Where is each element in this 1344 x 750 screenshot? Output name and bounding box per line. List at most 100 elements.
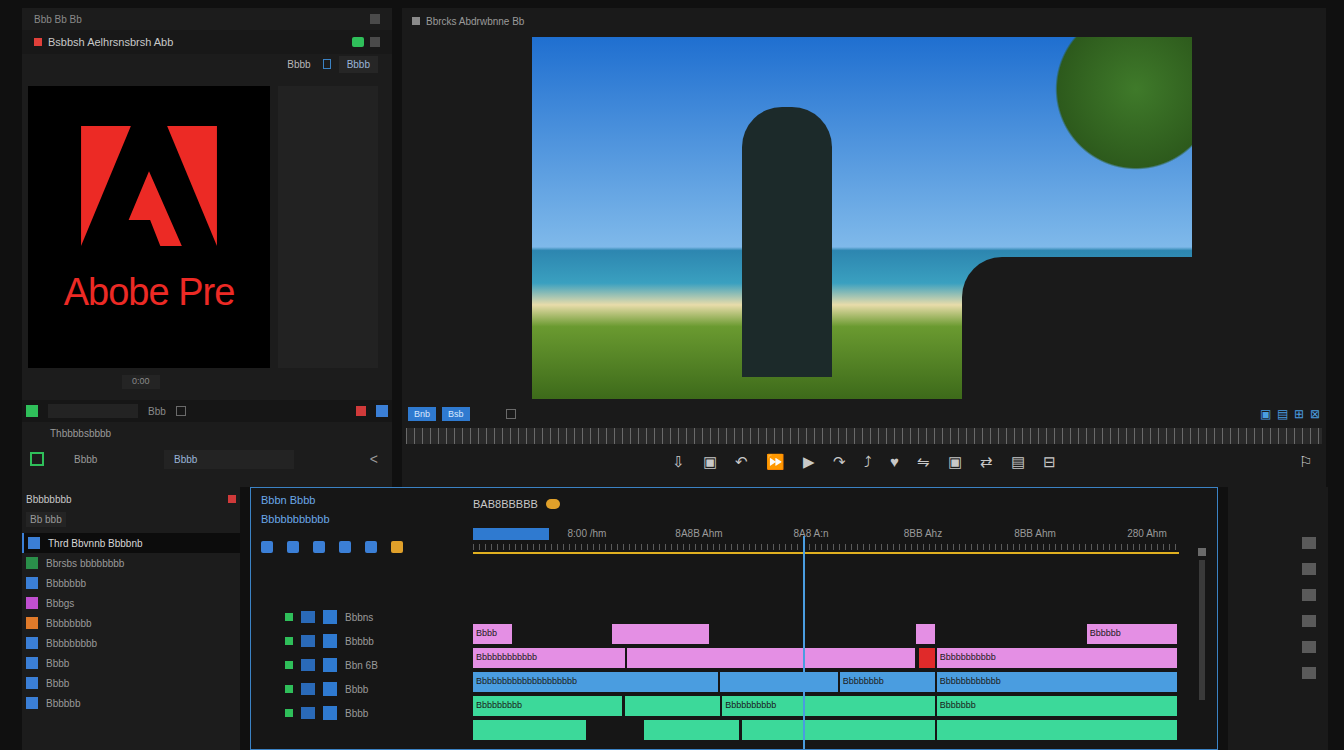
clip[interactable]: Bbbbbbbb <box>840 672 935 692</box>
clip[interactable]: Bbbbbbbbbb <box>722 696 934 716</box>
bottom-area: BbbbbbbbBb bbbThrd Bbvnnb BbbbnbBbrsbs b… <box>0 487 1344 750</box>
project-item[interactable]: Bbbb <box>22 653 240 673</box>
clip[interactable] <box>627 648 914 668</box>
scroll-up-icon[interactable] <box>1198 548 1206 556</box>
eye-icon[interactable] <box>285 685 293 693</box>
clip[interactable] <box>473 720 586 740</box>
lock-icon[interactable] <box>323 682 337 696</box>
mark-in-icon[interactable] <box>26 405 38 417</box>
close-icon[interactable] <box>370 14 380 24</box>
target-icon[interactable] <box>301 707 315 719</box>
eye-icon[interactable] <box>285 661 293 669</box>
source-controls: Bbb <box>22 400 392 422</box>
clip[interactable]: Bbbbbbbbbbbb <box>937 672 1177 692</box>
export-icon[interactable] <box>376 405 388 417</box>
menu-icon[interactable] <box>370 37 380 47</box>
program-header: Bbrcks Abdrwbnne Bb <box>402 8 1326 34</box>
target-icon[interactable] <box>301 611 315 623</box>
project-item[interactable]: Bbbgs <box>22 593 240 613</box>
tool-icon[interactable] <box>339 541 351 553</box>
clip[interactable]: Bbbbbbbbb <box>473 696 622 716</box>
target-icon[interactable] <box>301 659 315 671</box>
clip[interactable] <box>919 648 935 668</box>
clip[interactable] <box>720 672 838 692</box>
clip[interactable] <box>644 720 740 740</box>
back-button[interactable]: < <box>370 449 384 470</box>
clip[interactable]: Bbbbbbbbbbb <box>937 648 1177 668</box>
transport-button[interactable]: ↷ <box>833 453 846 471</box>
tool-icon[interactable] <box>1302 563 1316 575</box>
square-icon[interactable] <box>176 406 186 416</box>
scrubber[interactable] <box>406 428 1322 444</box>
clip[interactable]: Bbbbbbb <box>937 696 1177 716</box>
tool-icon[interactable] <box>1302 589 1316 601</box>
work-area-bar[interactable] <box>473 528 549 540</box>
transport-button[interactable]: ▣ <box>703 453 717 471</box>
transport-button[interactable]: ⏩ <box>766 453 785 471</box>
tool-icon[interactable] <box>313 541 325 553</box>
scroll-thumb[interactable] <box>1199 560 1205 700</box>
tool-icon[interactable] <box>1302 667 1316 679</box>
view-icon[interactable]: ⊞ <box>1294 407 1304 421</box>
clip-label: Bbbbbbbbbbbb <box>940 675 1001 689</box>
transport-button[interactable]: ⇄ <box>980 453 993 471</box>
clip[interactable]: Bbbb <box>473 624 512 644</box>
record-icon[interactable] <box>356 406 366 416</box>
target-icon[interactable] <box>301 683 315 695</box>
scrollbar[interactable] <box>1195 548 1209 749</box>
view-icon[interactable]: ▣ <box>1260 407 1271 421</box>
tool-icon[interactable] <box>1302 641 1316 653</box>
project-item[interactable]: Bbbb <box>22 673 240 693</box>
clip[interactable] <box>742 720 935 740</box>
green-square-icon[interactable] <box>30 452 44 466</box>
eye-icon[interactable] <box>285 709 293 717</box>
clip[interactable]: Bbbbbbbbbbbbbbbbbbbb <box>473 672 718 692</box>
field[interactable] <box>48 404 138 418</box>
clip[interactable] <box>612 624 710 644</box>
clip[interactable] <box>625 696 721 716</box>
tool-icon[interactable] <box>1302 537 1316 549</box>
tool-icon[interactable] <box>365 541 377 553</box>
clip[interactable]: Bbbbbbbbbbbb <box>473 648 625 668</box>
source-tab[interactable]: Bbbb <box>283 57 314 72</box>
bottom-field[interactable]: Bbbb <box>164 450 294 469</box>
playhead[interactable] <box>803 536 805 749</box>
lock-icon[interactable] <box>323 610 337 624</box>
transport-button[interactable]: ⇩ <box>672 453 685 471</box>
clip[interactable] <box>937 720 1177 740</box>
lock-icon[interactable] <box>323 706 337 720</box>
settings-button[interactable]: ⚐ <box>1299 451 1312 474</box>
transport-button[interactable]: ⇋ <box>917 453 930 471</box>
transport-button[interactable]: ⤴ <box>864 453 872 471</box>
project-item[interactable]: Bbbbbbbb <box>22 613 240 633</box>
project-item[interactable]: Bbbbbbbbb <box>22 633 240 653</box>
eye-icon[interactable] <box>285 613 293 621</box>
clip[interactable]: Bbbbbb <box>1087 624 1177 644</box>
view-icon[interactable]: ▤ <box>1277 407 1288 421</box>
eye-icon[interactable] <box>285 637 293 645</box>
crop-icon[interactable] <box>506 409 516 419</box>
view-icon[interactable]: ⊠ <box>1310 407 1320 421</box>
lock-icon[interactable] <box>323 634 337 648</box>
transport-button[interactable]: ▣ <box>948 453 962 471</box>
tool-icon[interactable] <box>261 541 273 553</box>
lock-icon[interactable] <box>323 658 337 672</box>
project-item[interactable]: Bbrsbs bbbbbbbb <box>22 553 240 573</box>
transport-button[interactable]: ↶ <box>735 453 748 471</box>
program-button[interactable]: Bnb <box>408 407 436 421</box>
program-button[interactable]: Bsb <box>442 407 470 421</box>
tool-icon[interactable] <box>1302 615 1316 627</box>
transport-button[interactable]: ▶ <box>803 453 815 471</box>
tool-icon[interactable] <box>287 541 299 553</box>
target-icon[interactable] <box>301 635 315 647</box>
transport-button[interactable]: ▤ <box>1011 453 1025 471</box>
project-item[interactable]: Thrd Bbvnnb Bbbbnb <box>22 533 240 553</box>
transport-button[interactable]: ♥ <box>890 453 899 471</box>
close-icon[interactable] <box>228 495 236 503</box>
tool-icon[interactable] <box>391 541 403 553</box>
project-item[interactable]: Bbbbbb <box>22 693 240 713</box>
project-item[interactable]: Bbbbbbb <box>22 573 240 593</box>
transport-button[interactable]: ⊟ <box>1043 453 1056 471</box>
clip[interactable] <box>916 624 935 644</box>
side-tab[interactable]: Bbbb <box>339 56 378 73</box>
